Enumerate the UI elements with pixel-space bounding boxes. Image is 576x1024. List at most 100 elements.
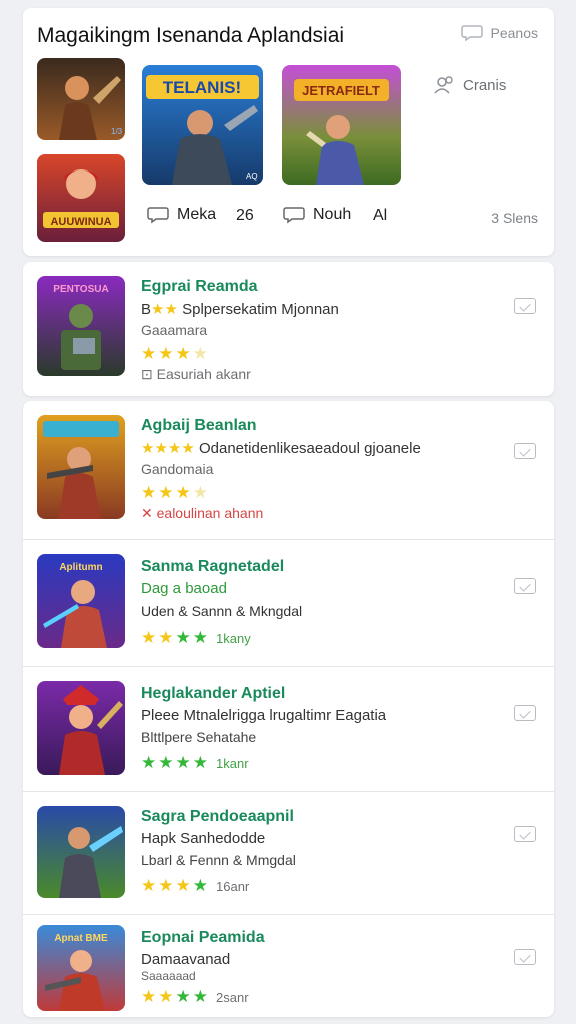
- rating-stars: ★ ★ ★ ★: [141, 483, 208, 503]
- tile-gold-title: JETRAFIELT: [302, 83, 380, 98]
- list-item[interactable]: Agbaij Beanlan ★★★★ Odanetidenlikesaeado…: [23, 401, 554, 539]
- friends-link[interactable]: Cranis: [433, 74, 506, 96]
- star-icon: ★: [158, 483, 174, 502]
- app-summary: Dag a baoad: [141, 580, 227, 597]
- app-summary-text: Splpersekatim Mjonnan: [182, 301, 339, 318]
- game-art-image: Apnat BME: [37, 925, 125, 1011]
- featured-tile-large-1[interactable]: TELANIS! AQ: [142, 65, 263, 185]
- list-item[interactable]: Aplitumn Sanma Ragnetadel Dag a baoad Ud…: [23, 540, 554, 666]
- featured-tile-small-1[interactable]: 1/3: [37, 58, 125, 140]
- star-icon: ★: [192, 628, 208, 647]
- star-icon: ★: [141, 483, 157, 502]
- star-icon: ★: [158, 344, 174, 363]
- game-art-image: [37, 681, 125, 775]
- app-icon: PENTOSUA: [37, 276, 125, 376]
- app-icon: Aplitumn: [37, 554, 125, 648]
- star-icon: ★: [192, 483, 208, 502]
- star-icon: ★: [192, 753, 208, 772]
- star-icon: ★: [141, 628, 157, 647]
- star-icon: ★: [175, 344, 191, 363]
- star-icon: ★: [192, 344, 208, 363]
- tile-big-title: TELANIS!: [163, 78, 241, 97]
- game-art-image: Aplitumn: [37, 554, 125, 648]
- download-status-icon[interactable]: [514, 443, 536, 459]
- game-art-image: PENTOSUA: [37, 276, 125, 376]
- featured-tile-small-2[interactable]: AUUWINUA: [37, 154, 125, 242]
- star-icon: ★★: [151, 301, 178, 318]
- friends-icon: [434, 76, 453, 94]
- star-icon: ★: [175, 483, 191, 502]
- app-category: Blttlpere Sehatahe: [141, 729, 257, 745]
- download-status-icon[interactable]: [514, 578, 536, 594]
- download-status-icon[interactable]: [514, 298, 536, 314]
- app-summary: Pleee Mtnalelrigga lrugaltimr Eagatia: [141, 707, 387, 724]
- list-item[interactable]: PENTOSUA Egprai Reamda B★★ Splpersekatim…: [23, 262, 554, 396]
- rating-stars: ★ ★ ★ ★ 2sanr: [141, 987, 249, 1007]
- featured-tile-large-2[interactable]: JETRAFIELT: [282, 65, 401, 185]
- game-art-image: [37, 806, 125, 898]
- app-category: Gandomaia: [141, 461, 214, 477]
- star-icon: ★: [192, 876, 208, 895]
- app-icon: Apnat BME: [37, 925, 125, 1011]
- rating-count: 1kany: [216, 630, 251, 646]
- featured-middle-count: Al: [373, 207, 388, 224]
- game-art-image: [37, 415, 125, 519]
- featured-left-count: 26: [236, 207, 254, 224]
- star-icon: ★: [141, 987, 157, 1006]
- app-name: Sanma Ragnetadel: [141, 558, 285, 575]
- app-icon: [37, 415, 125, 519]
- app-summary: Damaavanad: [141, 951, 231, 968]
- game-art-image: TELANIS! AQ: [142, 65, 263, 185]
- download-icon: ✕: [141, 505, 157, 521]
- header-link[interactable]: Peanos: [460, 24, 538, 42]
- app-category: Gaaamara: [141, 322, 208, 338]
- star-icon: ★: [158, 987, 174, 1006]
- star-icon: ★: [158, 876, 174, 895]
- star-icon: ★★★★: [141, 440, 195, 457]
- app-summary: ★★★★ Odanetidenlikesaeadoul gjoanele: [141, 439, 421, 457]
- app-category: Lbarl & Fennn & Mmgdal: [141, 852, 296, 868]
- featured-left-action[interactable]: Meka: [147, 206, 216, 224]
- app-name: Agbaij Beanlan: [141, 417, 257, 434]
- star-icon: ★: [175, 753, 191, 772]
- friends-label: Cranis: [463, 76, 507, 94]
- download-count: ✕ ealoulinan ahann: [141, 505, 264, 521]
- chat-bubble-icon: [147, 207, 169, 224]
- chat-bubble-icon: [283, 207, 305, 224]
- featured-middle-label: Nouh: [313, 206, 352, 223]
- rating-count: 2sanr: [216, 989, 249, 1005]
- featured-more-link[interactable]: 3 Slens: [491, 210, 538, 226]
- app-name: Egprai Reamda: [141, 278, 258, 295]
- tile-small-title: AUUWINUA: [50, 216, 111, 228]
- game-art-image: 1/3: [37, 58, 125, 140]
- star-icon: ★: [158, 628, 174, 647]
- app-summary-text: Odanetidenlikesaeadoul gjoanele: [198, 440, 421, 457]
- star-icon: ★: [192, 987, 208, 1006]
- rating-stars: ★ ★ ★ ★ 1kany: [141, 628, 251, 648]
- download-status-icon[interactable]: [514, 826, 536, 842]
- list-item[interactable]: Apnat BME Eopnai Peamida Damaavanad Saaa…: [23, 915, 554, 1017]
- download-icon: ⊡: [141, 366, 157, 382]
- download-status-icon[interactable]: [514, 949, 536, 965]
- star-icon: ★: [141, 876, 157, 895]
- star-icon: ★: [175, 876, 191, 895]
- rating-stars: ★ ★ ★ ★: [141, 344, 208, 364]
- star-icon: ★: [141, 753, 157, 772]
- svg-text:AQ: AQ: [246, 172, 258, 181]
- page-title: Magaikingm Isenanda Aplandsiai: [37, 24, 345, 47]
- rating-count: 16anr: [216, 878, 250, 894]
- star-icon: ★: [141, 344, 157, 363]
- app-name: Sagra Pendoeaapnil: [141, 808, 294, 825]
- app-category: Uden & Sannn & Mkngdal: [141, 603, 303, 619]
- rating-stars: ★ ★ ★ ★ 16anr: [141, 876, 249, 896]
- star-icon: ★: [158, 753, 174, 772]
- download-status-icon[interactable]: [514, 705, 536, 721]
- svg-text:Aplitumn: Aplitumn: [59, 562, 102, 573]
- app-name: Heglakander Aptiel: [141, 685, 286, 702]
- featured-middle-action[interactable]: Nouh: [283, 206, 351, 224]
- list-item[interactable]: Sagra Pendoeaapnil Hapk Sanhedodde Lbarl…: [23, 792, 554, 914]
- game-art-image: JETRAFIELT: [282, 65, 401, 185]
- list-item[interactable]: Heglakander Aptiel Pleee Mtnalelrigga lr…: [23, 667, 554, 791]
- svg-text:PENTOSUA: PENTOSUA: [53, 284, 108, 295]
- svg-text:Apnat BME: Apnat BME: [54, 933, 108, 944]
